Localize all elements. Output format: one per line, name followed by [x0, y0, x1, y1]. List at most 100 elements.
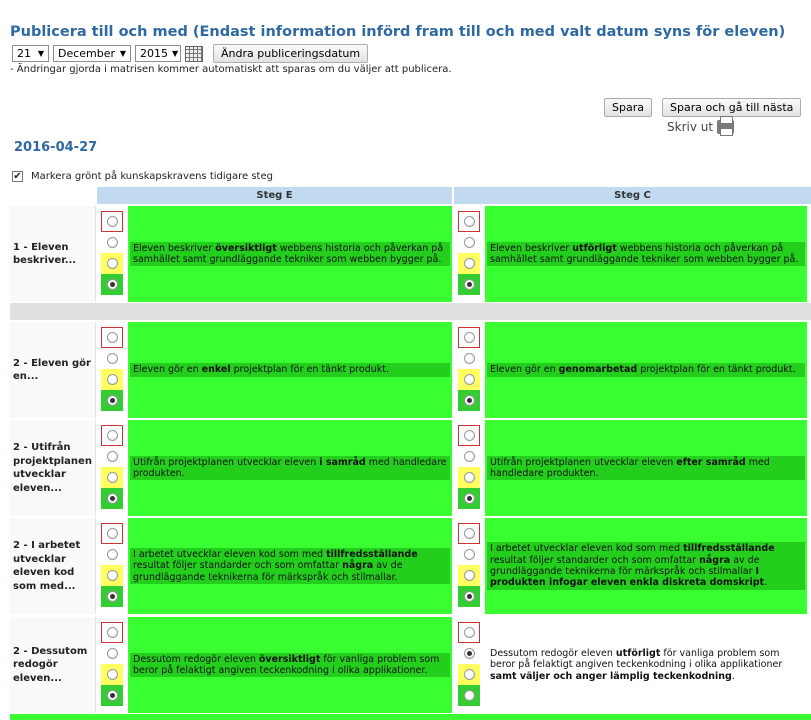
criterion-cell: Eleven gör en genomarbetad projektplan f…	[456, 322, 807, 418]
grade-achieved-radio[interactable]	[463, 395, 475, 406]
grade-partly-radio-box	[101, 369, 123, 390]
page-title: Publicera till och med (Endast informati…	[10, 24, 786, 40]
grade-none-radio[interactable]	[106, 528, 118, 539]
criterion-cell: Eleven gör en enkel projektplan för en t…	[99, 322, 452, 418]
criterion-emphasis: enkel	[201, 364, 231, 376]
criterion-box[interactable]: Utifrån projektplanen utvecklar eleven e…	[485, 420, 807, 516]
grade-achieved-radio[interactable]	[106, 395, 118, 406]
save-and-next-button[interactable]: Spara och gå till nästa	[662, 98, 802, 117]
grade-none-radio[interactable]	[106, 216, 118, 227]
criterion-box[interactable]: Dessutom redogör eleven översiktligt för…	[128, 617, 452, 713]
criterion-segment: .	[731, 670, 735, 682]
criterion-segment: projektplan för en tänkt produkt.	[637, 364, 796, 376]
chevron-down-icon: ▼	[172, 49, 179, 58]
criterion-box[interactable]: Dessutom redogör eleven utförligt för va…	[485, 617, 807, 713]
grade-none-radio[interactable]	[463, 430, 475, 441]
grade-partly-radio[interactable]	[463, 258, 475, 269]
grade-achieved-radio[interactable]	[463, 279, 475, 290]
row-label: 2 - I arbetet utvecklar eleven kod som m…	[10, 518, 96, 614]
grade-none-radio[interactable]	[106, 430, 118, 441]
mark-green-label: Markera grönt på kunskapskravens tidigar…	[31, 171, 273, 182]
grade-partly-radio[interactable]	[106, 570, 118, 581]
mark-green-option[interactable]: ✔ Markera grönt på kunskapskravens tidig…	[12, 171, 273, 182]
grade-achieved-radio[interactable]	[106, 591, 118, 602]
grade-none-radio[interactable]	[463, 332, 475, 343]
grade-radio-group	[99, 518, 128, 614]
year-select[interactable]: 2015 ▼	[135, 45, 181, 62]
grade-partly-radio[interactable]	[463, 570, 475, 581]
grade-none-radio[interactable]	[106, 332, 118, 343]
grade-achieved-radio[interactable]	[106, 493, 118, 504]
grade-partly-radio[interactable]	[463, 669, 475, 680]
criterion-box[interactable]: Utifrån projektplanen utvecklar eleven i…	[128, 420, 452, 516]
day-value: 21	[17, 47, 31, 60]
grade-partly-radio[interactable]	[106, 258, 118, 269]
criterion-segment: Utifrån projektplanen utvecklar eleven	[133, 456, 320, 468]
chevron-down-icon: ▼	[119, 49, 126, 58]
criterion-cell: Dessutom redogör eleven utförligt för va…	[456, 617, 807, 713]
criterion-segment: Eleven beskriver	[490, 242, 573, 254]
grade-radio-group	[99, 206, 128, 302]
grade-not-achieved-radio[interactable]	[106, 237, 118, 248]
save-button[interactable]: Spara	[604, 98, 652, 117]
grade-radio-group	[456, 617, 485, 713]
grade-not-achieved-radio[interactable]	[106, 648, 118, 659]
criterion-text: Eleven gör en enkel projektplan för en t…	[130, 363, 450, 377]
grade-none-radio[interactable]	[463, 627, 475, 638]
criterion-box[interactable]: I arbetet utvecklar eleven kod som med t…	[128, 518, 452, 614]
grade-achieved-radio[interactable]	[463, 591, 475, 602]
grade-partly-radio[interactable]	[106, 669, 118, 680]
grade-not-achieved-radio[interactable]	[463, 237, 475, 248]
grade-partly-radio[interactable]	[463, 472, 475, 483]
grade-radio-group	[99, 322, 128, 418]
grade-none-radio[interactable]	[463, 528, 475, 539]
criterion-box[interactable]: Eleven gör en enkel projektplan för en t…	[128, 322, 452, 418]
criterion-text: Utifrån projektplanen utvecklar eleven e…	[487, 455, 805, 481]
grade-not-achieved-radio[interactable]	[463, 549, 475, 560]
grade-achieved-radio[interactable]	[106, 690, 118, 701]
column-header-steg-c: Steg C	[454, 187, 811, 204]
mark-green-checkbox[interactable]: ✔	[12, 171, 23, 182]
criterion-box[interactable]: Eleven gör en genomarbetad projektplan f…	[485, 322, 807, 418]
grade-partly-radio[interactable]	[106, 374, 118, 385]
criterion-text: I arbetet utvecklar eleven kod som med t…	[130, 547, 450, 585]
criterion-emphasis: utförligt	[572, 242, 617, 254]
day-select[interactable]: 21 ▼	[12, 45, 49, 62]
print-link[interactable]: Skriv ut	[667, 116, 735, 136]
month-select[interactable]: December ▼	[53, 45, 131, 62]
grade-not-achieved-radio[interactable]	[463, 451, 475, 462]
criterion-text: Eleven beskriver utförligt webbens histo…	[487, 241, 805, 267]
criterion-text: Eleven beskriver översiktligt webbens hi…	[130, 241, 450, 267]
matrix-date-heading: 2016-04-27	[14, 140, 98, 155]
grade-none-radio[interactable]	[106, 627, 118, 638]
criterion-emphasis: efter samråd	[676, 456, 746, 468]
criterion-box[interactable]: Eleven beskriver utförligt webbens histo…	[485, 206, 807, 302]
criterion-text: Dessutom redogör eleven utförligt för va…	[487, 647, 805, 683]
grade-not-achieved-radio[interactable]	[463, 648, 475, 659]
criterion-segment: Dessutom redogör eleven	[133, 653, 259, 665]
criterion-box[interactable]: I arbetet utvecklar eleven kod som med t…	[485, 518, 807, 614]
grade-achieved-radio[interactable]	[106, 279, 118, 290]
calendar-icon[interactable]	[185, 45, 203, 62]
grade-not-achieved-radio[interactable]	[463, 353, 475, 364]
change-publish-date-button[interactable]: Ändra publiceringsdatum	[213, 44, 369, 63]
criterion-text: Utifrån projektplanen utvecklar eleven i…	[130, 455, 450, 481]
criterion-box[interactable]: Eleven beskriver översiktligt webbens hi…	[128, 206, 452, 302]
grade-radio-group	[456, 518, 485, 614]
grade-not-achieved-radio-box	[458, 643, 480, 664]
criterion-emphasis: översiktligt	[258, 653, 321, 665]
grade-achieved-radio[interactable]	[463, 690, 475, 701]
grade-not-achieved-radio[interactable]	[106, 353, 118, 364]
criterion-segment: Eleven gör en	[490, 364, 559, 376]
grade-none-radio[interactable]	[463, 216, 475, 227]
criterion-emphasis: utförligt	[615, 647, 661, 659]
grade-achieved-radio-box	[458, 685, 480, 706]
printer-icon	[717, 116, 735, 136]
grade-partly-radio[interactable]	[106, 472, 118, 483]
grade-partly-radio-box	[101, 253, 123, 274]
grade-partly-radio[interactable]	[463, 374, 475, 385]
grade-achieved-radio[interactable]	[463, 493, 475, 504]
grade-not-achieved-radio[interactable]	[106, 451, 118, 462]
grade-not-achieved-radio[interactable]	[106, 549, 118, 560]
grade-partly-radio-box	[101, 565, 123, 586]
